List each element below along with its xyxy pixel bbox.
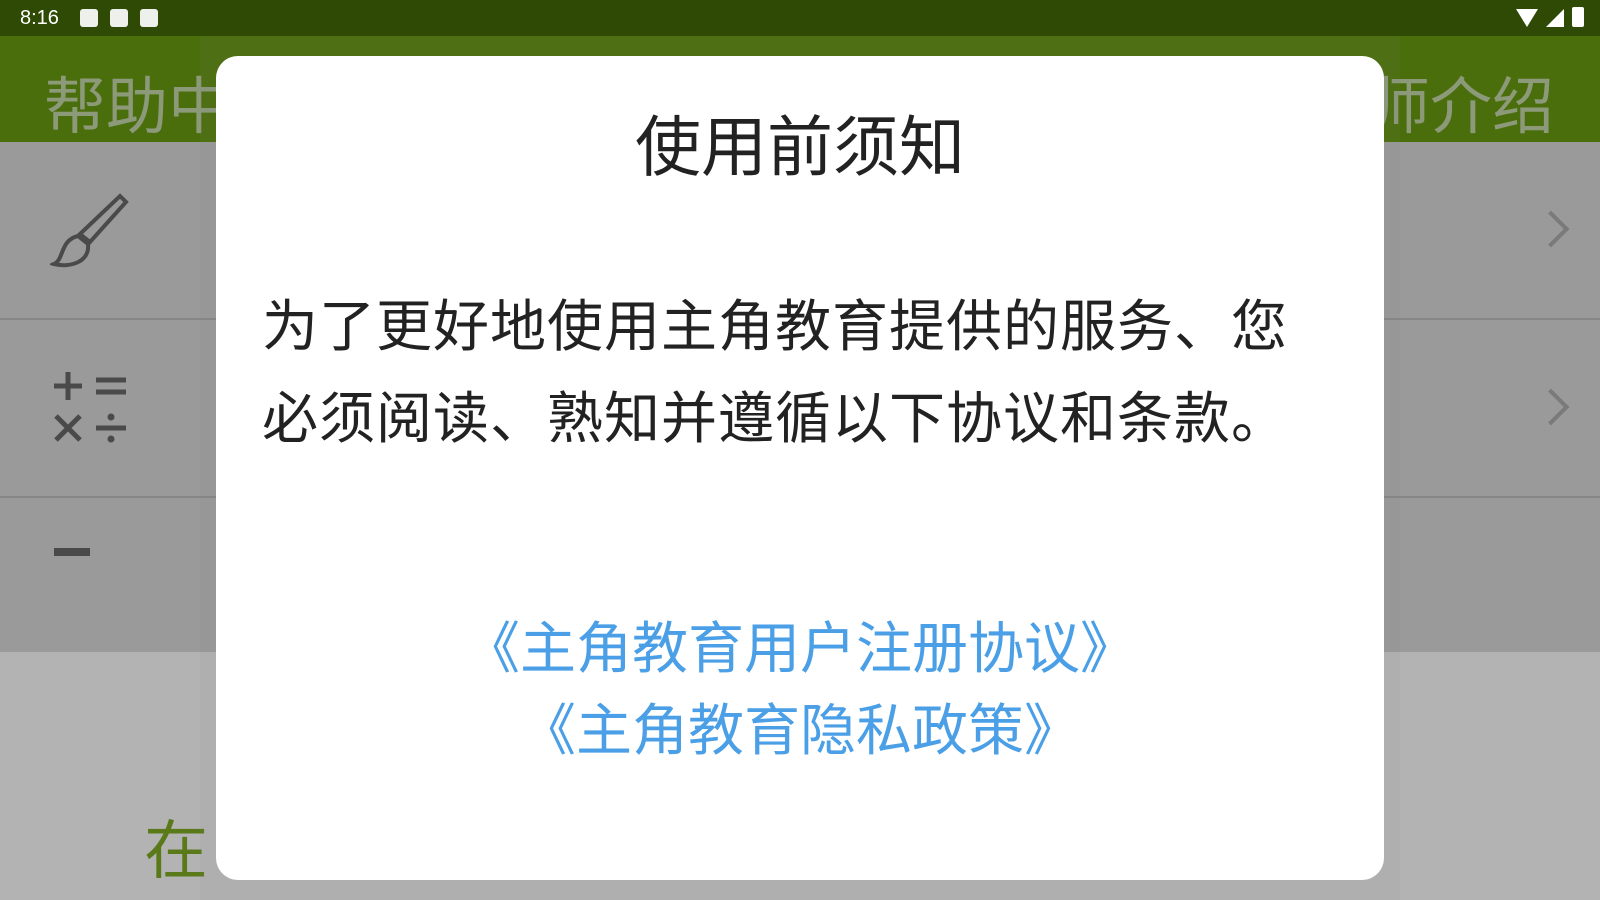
calculator-symbols-icon: [50, 370, 130, 458]
android-icon: [110, 9, 128, 27]
battery-icon: [1572, 7, 1584, 27]
dialog-title: 使用前须知: [635, 109, 965, 186]
app-bar-title-left[interactable]: 帮助中: [44, 56, 219, 146]
image-icon: [80, 9, 98, 27]
chevron-right-icon: [1532, 388, 1570, 426]
partial-icon: [50, 538, 130, 586]
system-icons: [1516, 7, 1584, 27]
status-bar: 8:16: [0, 0, 1600, 36]
paintbrush-icon: [47, 190, 130, 278]
notice-dialog: 使用前须知 为了更好地使用主角教育提供的服务、您必须阅读、熟知并遵循以下协议和条…: [216, 56, 1384, 880]
status-time: 8:16: [20, 7, 59, 29]
dialog-body: 为了更好地使用主角教育提供的服务、您必须阅读、熟知并遵循以下协议和条款。: [262, 295, 1288, 452]
user-agreement-link[interactable]: 《主角教育用户注册协议》: [216, 610, 1384, 690]
a-icon: [140, 9, 158, 27]
signal-icon: [1546, 9, 1564, 27]
notification-icons: [80, 9, 158, 27]
wifi-icon: [1516, 9, 1538, 27]
bottom-text[interactable]: 在: [144, 800, 208, 892]
chevron-right-icon: [1532, 210, 1570, 248]
privacy-policy-link[interactable]: 《主角教育隐私政策》: [216, 692, 1384, 772]
